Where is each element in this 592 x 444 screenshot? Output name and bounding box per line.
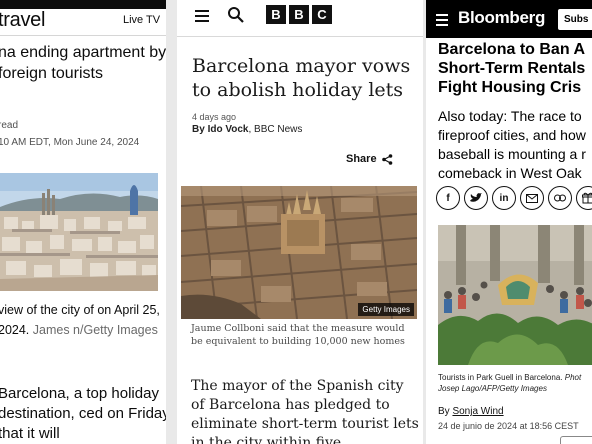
- byline-org: , BBC News: [248, 124, 303, 135]
- bbc-logo-block: B: [266, 5, 286, 24]
- share-label: Share: [346, 153, 377, 165]
- aerial-barcelona-photo: Getty Images: [181, 186, 417, 319]
- bloomberg-article-panel: Bloomberg Subs Barcelona to Ban A Short-…: [426, 0, 592, 444]
- photo-caption: Tourists in Park Guell in Barcelona. Pho…: [438, 372, 592, 394]
- bbc-logo-block: C: [312, 5, 332, 24]
- share-icons-row: f in: [436, 186, 592, 210]
- read-time: read: [0, 120, 19, 131]
- publish-date: 10 AM EDT, Mon June 24, 2024: [0, 137, 140, 148]
- article-dek: Also today: The race to fireproof cities…: [438, 108, 586, 181]
- photo-caption: view of the city of on April 25, 2024. J…: [0, 300, 166, 340]
- barcelona-skyline-photo: [0, 173, 158, 291]
- article-headline: Barcelona to Ban A Short-Term Rentals Fi…: [438, 41, 586, 96]
- cnn-article-panel: travel Live TV na ending apartment by fo…: [0, 0, 166, 444]
- park-guell-photo: [438, 225, 592, 365]
- article-body: The mayor of the Spanish city of Barcelo…: [191, 378, 419, 444]
- share-button[interactable]: Share: [346, 153, 393, 165]
- share-icon: [381, 153, 393, 165]
- bbc-logo[interactable]: B B C: [266, 5, 332, 24]
- article-headline: Barcelona mayor vows to abolish holiday …: [192, 55, 411, 101]
- caption-credit: Phot: [564, 373, 582, 382]
- caption-credit-line: Josep Lago/AFP/Getty Images: [438, 384, 547, 393]
- byline-prefix: By: [438, 406, 453, 417]
- cnn-travel-logo[interactable]: travel: [0, 9, 45, 32]
- subscribe-button[interactable]: Subs: [558, 9, 592, 30]
- facebook-icon[interactable]: f: [436, 186, 460, 210]
- photo-caption: Jaume Collboni said that the measure wou…: [191, 323, 405, 347]
- publish-time: 4 days ago: [192, 112, 237, 122]
- byline-prefix: By: [192, 124, 208, 135]
- article-headline: na ending apartment by foreign tourists: [0, 44, 166, 82]
- search-icon[interactable]: [227, 6, 245, 24]
- hamburger-menu-icon[interactable]: [195, 8, 209, 22]
- byline-author[interactable]: Sonja Wind: [452, 406, 503, 417]
- bbc-article-panel: B B C Barcelona mayor vows to abolish ho…: [177, 0, 423, 444]
- image-credit: Getty Images: [358, 303, 414, 316]
- caption-credit: James n/Getty Images: [32, 323, 158, 337]
- caption-text: Tourists in Park Guell in Barcelona.: [438, 373, 565, 382]
- email-icon[interactable]: [520, 186, 544, 210]
- cnn-top-bar: [0, 0, 166, 9]
- header-divider: [177, 36, 423, 37]
- follow-button[interactable]: [560, 436, 592, 444]
- bloomberg-logo[interactable]: Bloomberg: [458, 8, 545, 28]
- link-icon[interactable]: [548, 186, 572, 210]
- article-body: Barcelona, a top holiday destination, ce…: [0, 385, 166, 442]
- live-tv-link[interactable]: Live TV: [123, 14, 160, 26]
- publish-date: 24 de junio de 2024 at 18:56 CEST: [438, 421, 579, 431]
- linkedin-icon[interactable]: in: [492, 186, 516, 210]
- header-divider: [0, 35, 166, 36]
- byline: By Sonja Wind: [438, 406, 504, 417]
- twitter-icon[interactable]: [464, 186, 488, 210]
- hamburger-menu-icon[interactable]: [436, 13, 448, 26]
- byline: By Ido Vock, BBC News: [192, 124, 302, 135]
- gift-icon[interactable]: [576, 186, 592, 210]
- bbc-logo-block: B: [289, 5, 309, 24]
- byline-author[interactable]: Ido Vock: [208, 124, 249, 135]
